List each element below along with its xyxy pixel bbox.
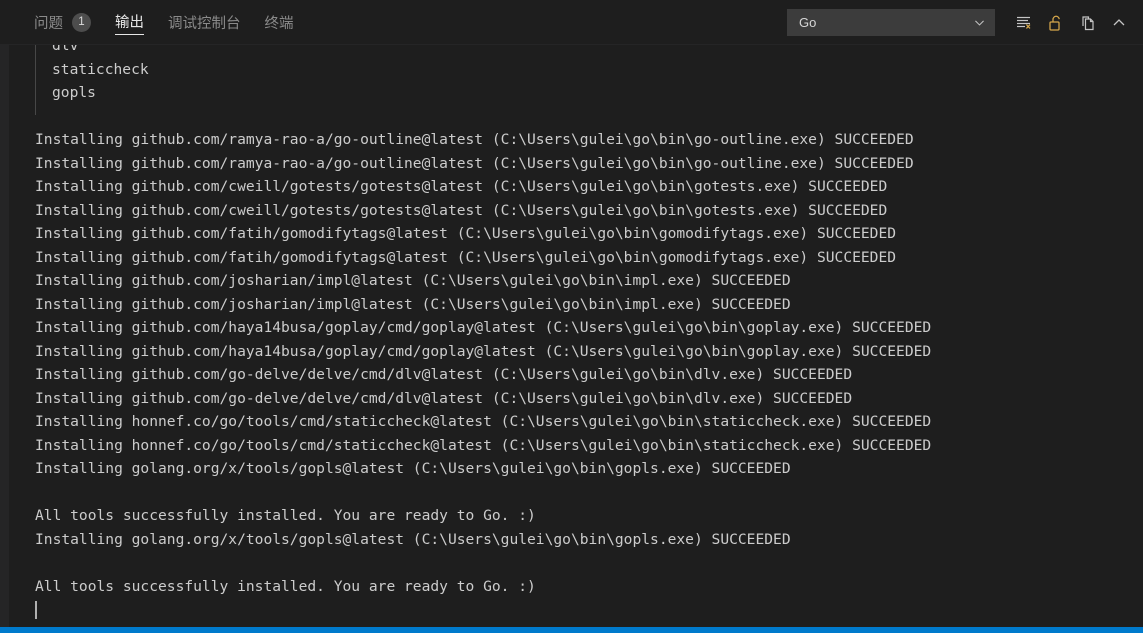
output-channel-value: Go bbox=[799, 15, 817, 30]
output-log-lines[interactable]: dlv staticcheck gopls Installing github.com… bbox=[0, 45, 1143, 633]
output-log-line: Installing github.com/josharian/impl@lat… bbox=[35, 295, 791, 313]
output-log-line: Installing github.com/go-delve/delve/cmd… bbox=[35, 366, 853, 383]
output-log-view[interactable]: dlv staticcheck gopls Installing github.com… bbox=[0, 45, 1143, 633]
output-log-line: All tools successfully installed. You ar… bbox=[35, 577, 536, 595]
output-log-line: Installing github.com/fatih/gomodifytags… bbox=[35, 248, 897, 266]
output-channel-select[interactable]: Go bbox=[787, 9, 995, 36]
lock-scroll-button[interactable] bbox=[1041, 9, 1069, 37]
new-window-icon bbox=[1079, 14, 1096, 32]
output-log-line: staticcheck bbox=[52, 60, 149, 78]
tab-terminal-label: 终端 bbox=[264, 16, 294, 32]
text-cursor bbox=[35, 601, 37, 619]
tab-output-label: 输出 bbox=[115, 11, 144, 35]
panel-header: 问题 1 输出 调试控制台 终端 Go bbox=[0, 0, 1143, 45]
panel-tab-list: 问题 1 输出 调试控制台 终端 bbox=[0, 0, 306, 45]
output-log-line: Installing github.com/josharian/impl@lat… bbox=[35, 272, 791, 289]
output-log-line: Installing honnef.co/go/tools/cmd/static… bbox=[35, 436, 932, 454]
output-log-line: All tools successfully installed. You ar… bbox=[35, 507, 536, 524]
tab-problems[interactable]: 问题 1 bbox=[22, 0, 103, 45]
unlock-icon bbox=[1047, 14, 1064, 32]
output-log-line: Installing github.com/haya14busa/goplay/… bbox=[35, 342, 932, 360]
output-log-line: Installing github.com/cweill/gotests/got… bbox=[35, 178, 888, 195]
output-log-line: Installing github.com/go-delve/delve/cmd… bbox=[35, 389, 853, 407]
output-log-line: Installing honnef.co/go/tools/cmd/static… bbox=[35, 413, 932, 430]
open-in-editor-button[interactable] bbox=[1073, 9, 1101, 37]
problems-count-badge: 1 bbox=[72, 13, 91, 32]
status-bar[interactable] bbox=[0, 627, 1143, 633]
chevron-up-icon bbox=[1111, 15, 1127, 31]
tab-terminal[interactable]: 终端 bbox=[253, 0, 306, 45]
clear-output-button[interactable] bbox=[1009, 9, 1037, 37]
output-log-line: gopls bbox=[52, 84, 96, 101]
output-log-line: Installing github.com/ramya-rao-a/go-out… bbox=[35, 131, 914, 148]
panel-actions: Go bbox=[787, 0, 1133, 45]
output-log-line: Installing github.com/ramya-rao-a/go-out… bbox=[35, 154, 914, 172]
output-log-line bbox=[0, 551, 1143, 575]
output-log-line: Installing github.com/cweill/gotests/got… bbox=[35, 201, 888, 219]
output-log-line bbox=[0, 598, 1143, 622]
tab-debug-console-label: 调试控制台 bbox=[168, 16, 241, 32]
output-log-line: Installing golang.org/x/tools/gopls@late… bbox=[35, 530, 791, 548]
output-log-line: Installing github.com/fatih/gomodifytags… bbox=[35, 225, 897, 242]
output-panel: 问题 1 输出 调试控制台 终端 Go dlv staticcheck gopl… bbox=[0, 0, 1143, 633]
output-log-line: Installing github.com/haya14busa/goplay/… bbox=[35, 319, 932, 336]
clear-output-icon bbox=[1015, 14, 1032, 31]
tab-output[interactable]: 输出 bbox=[103, 0, 156, 45]
output-log-line bbox=[0, 105, 1143, 129]
collapse-panel-button[interactable] bbox=[1105, 9, 1133, 37]
tab-problems-label: 问题 bbox=[34, 16, 63, 32]
output-log-line bbox=[0, 481, 1143, 505]
tab-debug-console[interactable]: 调试控制台 bbox=[156, 0, 253, 45]
output-log-line: dlv bbox=[52, 45, 79, 54]
output-log-line: Installing golang.org/x/tools/gopls@late… bbox=[35, 460, 791, 477]
indent-guide bbox=[35, 45, 36, 115]
chevron-down-icon bbox=[973, 16, 986, 29]
